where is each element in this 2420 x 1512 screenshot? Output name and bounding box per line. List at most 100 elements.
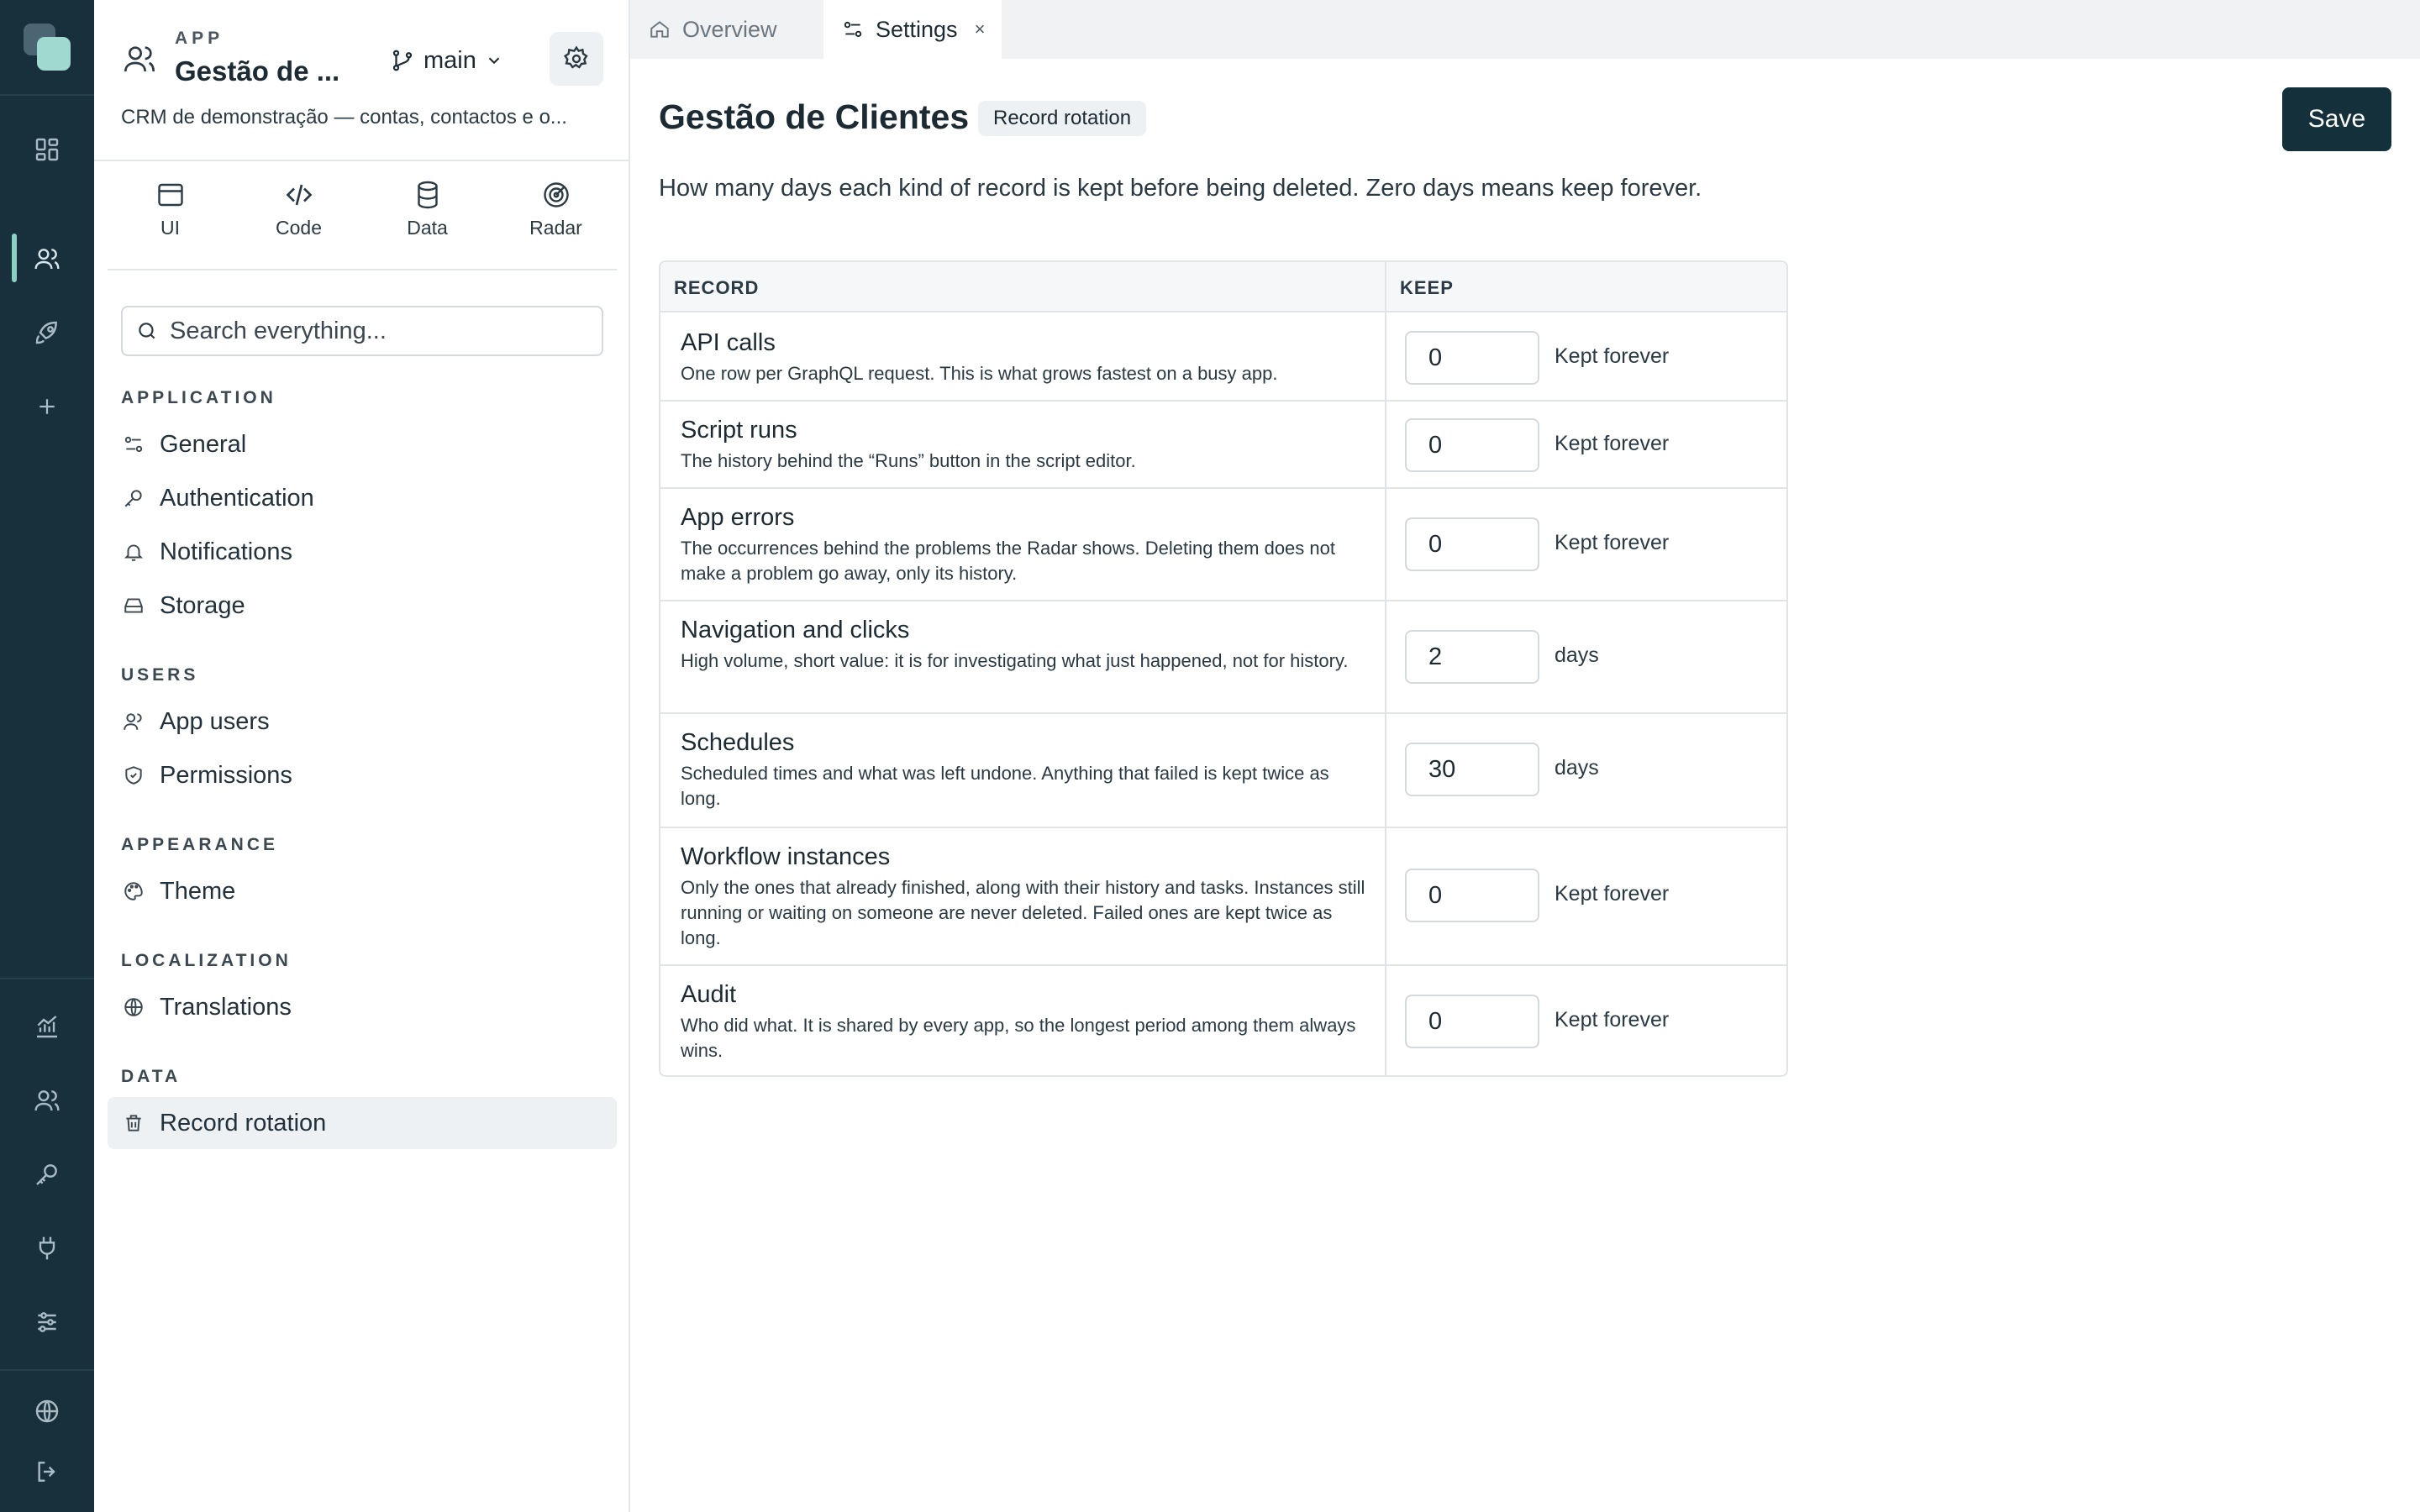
dashboard-icon[interactable]: [30, 133, 64, 166]
key-icon[interactable]: [30, 1158, 64, 1191]
bell-icon: [123, 541, 145, 563]
keep-days-input[interactable]: [1405, 418, 1539, 472]
record-description: One row per GraphQL request. This is wha…: [681, 363, 1278, 384]
keep-days-input[interactable]: [1405, 331, 1539, 385]
divider: [94, 160, 629, 161]
globe-icon[interactable]: [30, 1394, 64, 1428]
sidebar-item-storage[interactable]: Storage: [108, 580, 617, 632]
chart-icon[interactable]: [30, 1010, 64, 1043]
mode-tab-ui[interactable]: UI: [106, 180, 234, 250]
search-box: [121, 306, 603, 356]
app-settings-button[interactable]: [550, 32, 603, 86]
users-icon: [123, 42, 156, 76]
app-sidebar: APP Gestão de ... main CRM de demonstraç…: [94, 0, 630, 1512]
palette-icon: [123, 880, 145, 902]
record-title: API calls: [681, 329, 776, 356]
keep-unit-label: days: [1555, 756, 1599, 780]
sliders-icon: [842, 18, 864, 40]
branch-selector[interactable]: main: [390, 44, 503, 77]
mode-tab-radar[interactable]: Radar: [492, 180, 620, 250]
close-icon[interactable]: ×: [975, 18, 986, 40]
app-description: CRM de demonstração — contas, contactos …: [121, 106, 567, 129]
record-description: The history behind the “Runs” button in …: [681, 450, 1136, 471]
section-badge: Record rotation: [978, 101, 1147, 136]
keep-days-input[interactable]: [1405, 630, 1539, 684]
window-icon: [155, 180, 186, 210]
workspace-logo[interactable]: [24, 24, 71, 71]
rocket-icon[interactable]: [30, 316, 64, 349]
table-row: Script runs The history behind the “Runs…: [660, 402, 1786, 489]
storage-icon: [123, 595, 145, 617]
globe-icon: [123, 996, 145, 1018]
table-row: Navigation and clicks High volume, short…: [660, 601, 1786, 714]
app-kicker: APP: [175, 29, 224, 48]
record-title: Schedules: [681, 729, 795, 756]
tab-label: Overview: [682, 16, 777, 42]
page-title: Gestão de Clientes: [659, 97, 970, 136]
nav-section-data: DATA: [121, 1067, 182, 1086]
keep-days-input[interactable]: [1405, 743, 1539, 796]
sidebar-item-label: Record rotation: [160, 1109, 327, 1137]
mode-tab-label: Code: [276, 217, 322, 239]
tab-label: Settings: [876, 16, 958, 42]
sidebar-item-general[interactable]: General: [108, 418, 617, 470]
sidebar-item-label: Translations: [160, 993, 292, 1021]
logout-icon[interactable]: [30, 1455, 64, 1488]
search-icon: [136, 320, 158, 342]
users-icon[interactable]: [30, 1084, 64, 1117]
keep-days-input[interactable]: [1405, 517, 1539, 571]
record-description: Who did what. It is shared by every app,…: [681, 1015, 1356, 1061]
keep-unit-label: Kept forever: [1555, 531, 1670, 554]
record-title: Navigation and clicks: [681, 617, 910, 643]
tab-overview[interactable]: Overview: [630, 0, 823, 59]
sidebar-item-notifications[interactable]: Notifications: [108, 526, 617, 578]
record-description: Scheduled times and what was left undone…: [681, 763, 1329, 809]
sidebar-item-translations[interactable]: Translations: [108, 981, 617, 1033]
plus-icon[interactable]: [30, 390, 64, 423]
record-description: Only the ones that already finished, alo…: [681, 877, 1365, 948]
search-input[interactable]: [170, 317, 590, 345]
users-icon[interactable]: [30, 242, 64, 276]
keep-days-input[interactable]: [1405, 995, 1539, 1048]
sidebar-item-permissions[interactable]: Permissions: [108, 749, 617, 801]
record-title: App errors: [681, 504, 795, 531]
sidebar-item-label: App users: [160, 707, 270, 735]
rail-active-indicator: [12, 234, 17, 282]
mode-tab-data[interactable]: Data: [363, 180, 492, 250]
nav-section-appearance: APPEARANCE: [121, 835, 279, 854]
keep-unit-label: Kept forever: [1555, 1008, 1670, 1032]
sidebar-item-label: Notifications: [160, 538, 292, 565]
keep-unit-label: days: [1555, 643, 1599, 667]
nav-section-localization: LOCALIZATION: [121, 951, 292, 970]
trash-icon: [123, 1112, 145, 1134]
mode-tab-label: UI: [160, 217, 180, 239]
page-description: How many days each kind of record is kep…: [659, 175, 1702, 202]
keep-days-input[interactable]: [1405, 869, 1539, 922]
sidebar-item-label: Storage: [160, 591, 245, 619]
nav-section-application: APPLICATION: [121, 388, 276, 407]
table-header: RECORD KEEP: [660, 262, 1786, 312]
record-description: High volume, short value: it is for inve…: [681, 650, 1349, 671]
mode-tab-code[interactable]: Code: [234, 180, 363, 250]
app-name[interactable]: Gestão de ...: [175, 55, 339, 87]
sidebar-item-label: Authentication: [160, 484, 314, 512]
sidebar-item-app-users[interactable]: App users: [108, 696, 617, 748]
home-icon: [649, 18, 671, 40]
shield-icon: [123, 764, 145, 786]
code-icon: [284, 180, 314, 210]
divider: [108, 269, 617, 270]
chevron-down-icon: [485, 51, 503, 70]
sliders-icon: [123, 433, 145, 455]
keep-unit-label: Kept forever: [1555, 344, 1670, 368]
key-icon: [123, 487, 145, 509]
column-header-record: RECORD: [674, 277, 760, 298]
sidebar-item-theme[interactable]: Theme: [108, 865, 617, 917]
plug-icon[interactable]: [30, 1231, 64, 1265]
sidebar-item-record-rotation[interactable]: Record rotation: [108, 1097, 617, 1149]
sliders-icon[interactable]: [30, 1305, 64, 1339]
table-row: Audit Who did what. It is shared by ever…: [660, 966, 1786, 1075]
sidebar-item-authentication[interactable]: Authentication: [108, 472, 617, 524]
radar-icon: [541, 180, 571, 210]
save-button[interactable]: Save: [2282, 87, 2391, 151]
tab-settings[interactable]: Settings ×: [823, 0, 1002, 59]
